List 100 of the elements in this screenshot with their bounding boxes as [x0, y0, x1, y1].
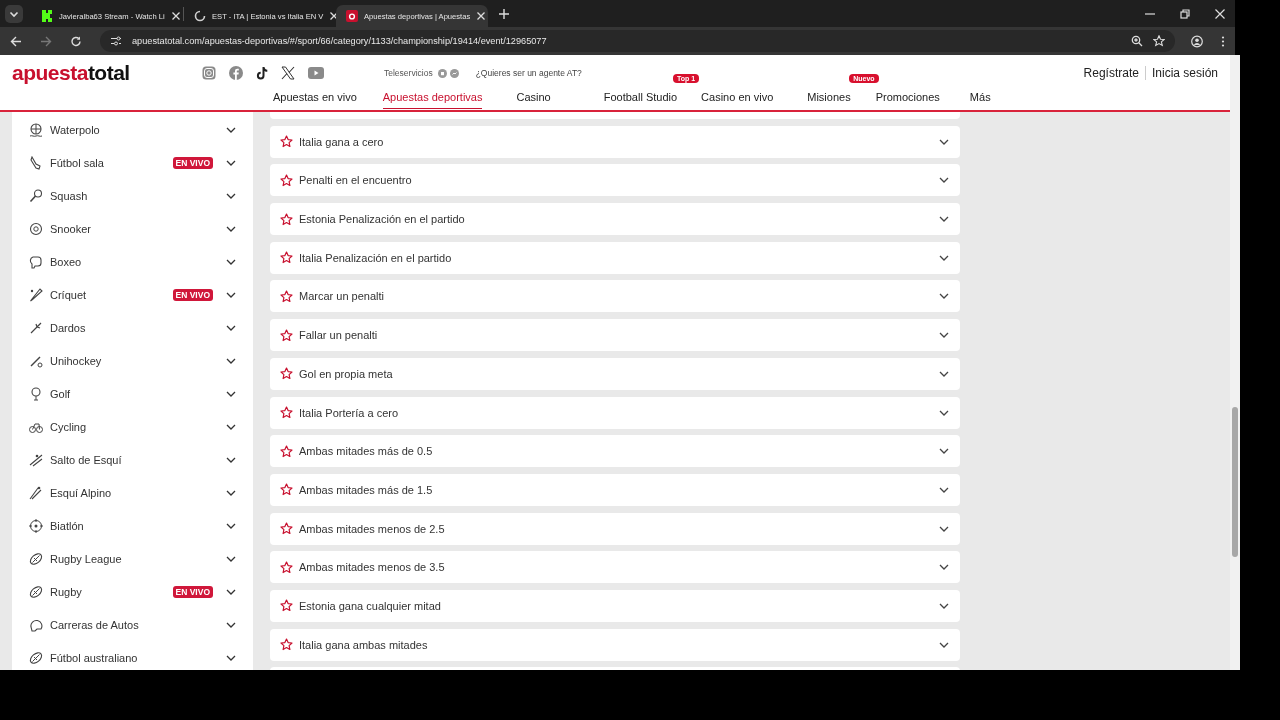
nav-link[interactable]: Casino [516, 91, 551, 107]
chevron-down-icon[interactable] [226, 489, 236, 496]
site-settings-icon[interactable] [110, 35, 122, 47]
instagram-icon[interactable] [202, 66, 216, 80]
restore-icon[interactable] [1180, 8, 1190, 19]
chevron-down-icon[interactable] [226, 522, 236, 529]
favorite-star-icon[interactable] [280, 173, 293, 187]
chevron-down-icon[interactable] [939, 138, 949, 145]
zoom-icon[interactable] [1131, 35, 1143, 47]
close-icon[interactable] [1215, 8, 1225, 19]
chevron-down-icon[interactable] [226, 621, 236, 628]
youtube-icon[interactable] [308, 67, 324, 79]
market-row[interactable]: Ambas mitades más de 0.5 [270, 435, 960, 468]
market-row[interactable]: Italia Penalización en el partido [270, 241, 960, 274]
chevron-down-icon[interactable] [226, 126, 236, 133]
sport-item[interactable]: Dardos [12, 311, 253, 344]
facebook-icon[interactable] [229, 66, 243, 80]
sport-item[interactable]: Rugby EN VIVO [12, 575, 253, 608]
favorite-star-icon[interactable] [280, 406, 293, 419]
sport-item[interactable]: Salto de Esquí [12, 443, 253, 476]
close-icon[interactable] [170, 11, 181, 21]
chevron-down-icon[interactable] [939, 602, 949, 609]
favorite-star-icon[interactable] [280, 444, 293, 458]
chevron-down-icon[interactable] [226, 192, 236, 199]
address-bar[interactable]: apuestatotal.com/apuestas-deportivas/#/sport/66/category/1133/championship/19414/event/12965077 [100, 30, 1175, 52]
favorite-star-icon[interactable] [280, 522, 293, 536]
sport-item[interactable]: Críquet EN VIVO [12, 278, 253, 311]
sport-item[interactable]: Snooker [12, 212, 253, 245]
sport-item[interactable]: Fútbol australiano [12, 641, 253, 670]
chevron-down-icon[interactable] [226, 588, 236, 595]
nav-link[interactable]: Apuestas deportivas [382, 91, 483, 109]
nav-link[interactable]: Misiones [807, 91, 851, 107]
nav-link[interactable]: Casino en vivo [701, 91, 774, 107]
sport-item[interactable]: Golf [12, 377, 253, 410]
chevron-down-icon[interactable] [939, 332, 949, 339]
favorite-star-icon[interactable] [280, 638, 293, 652]
chevron-down-icon[interactable] [226, 225, 236, 232]
chevron-down-icon[interactable] [939, 370, 949, 377]
favorite-star-icon[interactable] [280, 328, 293, 342]
chevron-down-icon[interactable] [226, 456, 236, 463]
sport-item[interactable]: Unihockey [12, 344, 253, 377]
market-row[interactable]: Marcar un penalti [270, 280, 960, 313]
favorite-star-icon[interactable] [280, 251, 293, 265]
market-row[interactable]: Italia gana ambas mitades [270, 628, 960, 661]
sport-item[interactable]: Biatlón [12, 509, 253, 542]
sport-item[interactable]: Fútbol sala EN VIVO [12, 146, 253, 179]
favorite-star-icon[interactable] [280, 483, 293, 497]
chevron-down-icon[interactable] [226, 423, 236, 430]
sport-item[interactable]: Squash [12, 179, 253, 212]
scrollbar[interactable] [1230, 55, 1240, 670]
chevron-down-icon[interactable] [226, 258, 236, 265]
favorite-star-icon[interactable] [280, 367, 293, 381]
nav-link[interactable]: Football Studio [603, 91, 678, 107]
market-row[interactable]: Estonia Penalización en el partido [270, 203, 960, 236]
market-row[interactable]: Ambas mitades menos de 3.5 [270, 551, 960, 584]
chevron-down-icon[interactable] [939, 293, 949, 300]
nav-link[interactable]: Apuestas en vivo [273, 91, 357, 107]
chat-icon[interactable] [449, 68, 459, 78]
chevron-down-icon[interactable] [226, 159, 236, 166]
market-row[interactable]: Fallar un penalti [270, 319, 960, 352]
phone-icon[interactable] [437, 68, 447, 78]
tab-list-icon[interactable] [5, 4, 23, 23]
agent-link[interactable]: ¿Quieres ser un agente AT? [475, 68, 582, 78]
logo[interactable]: apuestatotal [12, 61, 130, 85]
register-link[interactable]: Regístrate [1083, 66, 1139, 80]
login-link[interactable]: Inicia sesión [1151, 66, 1218, 80]
nav-link[interactable]: Más [969, 91, 991, 107]
star-icon[interactable] [1153, 35, 1165, 47]
chevron-down-icon[interactable] [939, 177, 949, 184]
chevron-down-icon[interactable] [226, 324, 236, 331]
market-row[interactable]: Italia gana a cero [270, 125, 960, 158]
nav-link[interactable]: Promociones [875, 91, 940, 107]
sport-item[interactable]: Waterpolo [12, 113, 253, 146]
favorite-star-icon[interactable] [280, 289, 293, 303]
chevron-down-icon[interactable] [939, 254, 949, 261]
sport-item[interactable]: Rugby League [12, 542, 253, 575]
favorite-star-icon[interactable] [280, 599, 293, 613]
market-row[interactable]: Penalti en el encuentro [270, 164, 960, 197]
chevron-down-icon[interactable] [939, 564, 949, 571]
market-row[interactable]: Gol en propia meta [270, 357, 960, 390]
sport-item[interactable]: Cycling [12, 410, 253, 443]
chevron-down-icon[interactable] [939, 525, 949, 532]
chevron-down-icon[interactable] [226, 390, 236, 397]
x-icon[interactable] [281, 66, 295, 80]
favorite-star-icon[interactable] [280, 212, 293, 226]
new-tab-icon[interactable] [498, 7, 510, 20]
chevron-down-icon[interactable] [939, 409, 949, 416]
chevron-down-icon[interactable] [939, 486, 949, 493]
chevron-down-icon[interactable] [226, 291, 236, 298]
chevron-down-icon[interactable] [226, 357, 236, 364]
chevron-down-icon[interactable] [226, 555, 236, 562]
sport-item[interactable]: Carreras de Autos [12, 608, 253, 641]
favorite-star-icon[interactable] [280, 560, 293, 574]
close-icon[interactable] [476, 11, 487, 21]
market-row[interactable]: Ambas mitades más de 1.5 [270, 473, 960, 506]
sport-item[interactable]: Boxeo [12, 245, 253, 278]
scrollbar-thumb[interactable] [1232, 407, 1238, 557]
favorite-star-icon[interactable] [280, 135, 293, 149]
market-row[interactable]: Italia Portería a cero [270, 396, 960, 429]
chevron-down-icon[interactable] [939, 448, 949, 455]
